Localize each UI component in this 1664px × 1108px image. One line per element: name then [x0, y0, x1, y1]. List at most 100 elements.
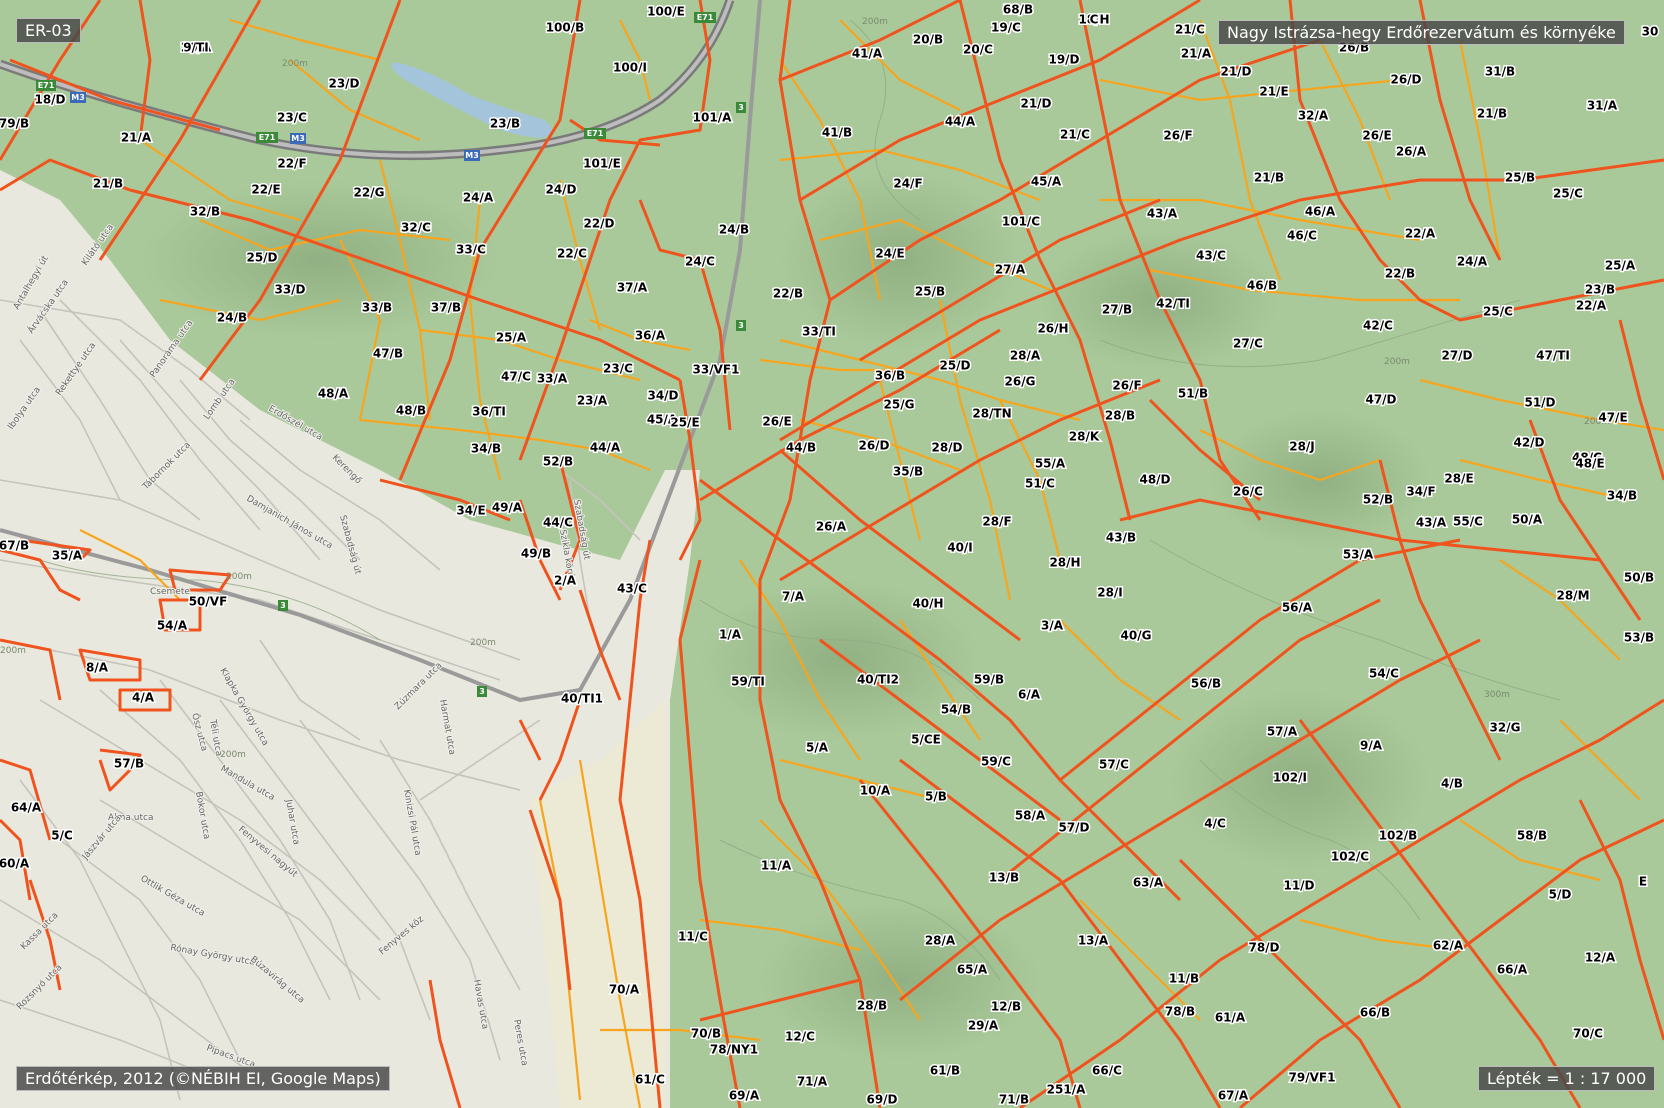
parcel-label[interactable]: 47/B: [371, 345, 404, 362]
parcel-label[interactable]: E: [1637, 873, 1648, 890]
parcel-label[interactable]: 40/H: [911, 595, 945, 612]
parcel-label[interactable]: 28/A: [923, 932, 957, 949]
parcel-label[interactable]: 4/B: [1440, 775, 1465, 792]
parcel-label[interactable]: 54/B: [939, 701, 972, 718]
parcel-label[interactable]: 40/TI1: [559, 690, 604, 707]
parcel-label[interactable]: 69/A: [727, 1087, 761, 1104]
parcel-label[interactable]: 28/A: [1008, 347, 1042, 364]
parcel-label[interactable]: 34/F: [1405, 483, 1437, 500]
parcel-label[interactable]: 21/B: [1252, 169, 1285, 186]
parcel-label[interactable]: 52/B: [1361, 491, 1394, 508]
parcel-label[interactable]: 27/B: [1100, 301, 1133, 318]
parcel-label[interactable]: 57/A: [1265, 723, 1299, 740]
parcel-label[interactable]: 28/M: [1555, 587, 1591, 604]
parcel-label[interactable]: 251/A: [1045, 1081, 1087, 1098]
parcel-label[interactable]: 102/B: [1377, 827, 1419, 844]
parcel-label[interactable]: 28/K: [1067, 428, 1101, 445]
parcel-label[interactable]: 100/I: [612, 59, 649, 76]
parcel-label[interactable]: 44/A: [588, 439, 622, 456]
parcel-label[interactable]: 78/B: [1163, 1003, 1196, 1020]
parcel-label[interactable]: 28/J: [1288, 438, 1317, 455]
parcel-label[interactable]: 29/A: [966, 1017, 1000, 1034]
parcel-label[interactable]: 59/C: [980, 753, 1013, 770]
parcel-label[interactable]: 21/C: [1059, 126, 1092, 143]
parcel-label[interactable]: 57/C: [1098, 756, 1131, 773]
parcel-label[interactable]: 28/B: [1103, 407, 1136, 424]
parcel-label[interactable]: 51/B: [1176, 385, 1209, 402]
parcel-label[interactable]: 22/A: [1403, 225, 1437, 242]
parcel-label[interactable]: 63/A: [1131, 874, 1165, 891]
parcel-label[interactable]: 1/A: [717, 626, 743, 643]
parcel-label[interactable]: 61/A: [1213, 1009, 1247, 1026]
parcel-label[interactable]: 23/B: [488, 115, 521, 132]
parcel-label[interactable]: 12/C: [784, 1028, 817, 1045]
parcel-label[interactable]: 64/A: [9, 799, 43, 816]
parcel-label[interactable]: 79/B: [0, 115, 31, 132]
parcel-label[interactable]: 23/D: [327, 75, 361, 92]
parcel-label[interactable]: 21/E: [1258, 83, 1290, 100]
parcel-label[interactable]: 28/H: [1048, 554, 1082, 571]
parcel-label[interactable]: 34/E: [455, 502, 487, 519]
parcel-label[interactable]: 55/C: [1452, 513, 1485, 530]
parcel-label[interactable]: 48/B: [394, 402, 427, 419]
parcel-label[interactable]: 43/A: [1414, 514, 1448, 531]
parcel-label[interactable]: 19/D: [1047, 51, 1081, 68]
parcel-label[interactable]: 48/D: [1138, 471, 1172, 488]
parcel-label[interactable]: 21/D: [1019, 95, 1053, 112]
parcel-label[interactable]: 66/C: [1091, 1062, 1124, 1079]
parcel-label[interactable]: 26/D: [857, 437, 891, 454]
parcel-label[interactable]: 27/C: [1232, 335, 1265, 352]
parcel-label[interactable]: 26/E: [761, 413, 793, 430]
parcel-label[interactable]: 22/B: [771, 285, 804, 302]
parcel-label[interactable]: 11/D: [1282, 877, 1316, 894]
parcel-label[interactable]: 70/A: [607, 981, 641, 998]
parcel-label[interactable]: 33/A: [535, 370, 569, 387]
parcel-label[interactable]: 24/A: [461, 189, 495, 206]
parcel-label[interactable]: 22/C: [556, 245, 589, 262]
parcel-label[interactable]: 34/B: [469, 440, 502, 457]
parcel-label[interactable]: 26/F: [1111, 377, 1143, 394]
parcel-label[interactable]: 54/C: [1368, 665, 1401, 682]
parcel-label[interactable]: 68/B: [1001, 1, 1034, 18]
parcel-label[interactable]: 61/C: [634, 1071, 667, 1088]
parcel-label[interactable]: 25/C: [1552, 185, 1585, 202]
parcel-label[interactable]: 71/A: [795, 1073, 829, 1090]
parcel-label[interactable]: 2/A: [552, 572, 578, 589]
parcel-label[interactable]: 49/A: [490, 499, 524, 516]
parcel-label[interactable]: 25/G: [882, 396, 916, 413]
parcel-label[interactable]: 26/E: [1361, 127, 1393, 144]
parcel-label[interactable]: 65/A: [955, 961, 989, 978]
parcel-label[interactable]: 23/A: [575, 392, 609, 409]
parcel-label[interactable]: 78/D: [1247, 939, 1281, 956]
parcel-label[interactable]: 24/B: [215, 309, 248, 326]
parcel-label[interactable]: 43/C: [1195, 247, 1228, 264]
parcel-label[interactable]: 62/A: [1431, 937, 1465, 954]
parcel-label[interactable]: 43/B: [1104, 529, 1137, 546]
parcel-label[interactable]: 42/C: [1362, 317, 1395, 334]
parcel-label[interactable]: 32/B: [188, 203, 221, 220]
parcel-label[interactable]: 34/B: [1605, 487, 1638, 504]
parcel-label[interactable]: 25/A: [1603, 257, 1637, 274]
parcel-label[interactable]: 31/B: [1483, 63, 1516, 80]
parcel-label[interactable]: 32/C: [400, 219, 433, 236]
parcel-label[interactable]: 102/C: [1329, 848, 1370, 865]
parcel-label[interactable]: 79/VF1: [1287, 1069, 1337, 1086]
parcel-label[interactable]: 70/C: [1572, 1025, 1605, 1042]
parcel-label[interactable]: 35/A: [50, 547, 84, 564]
parcel-label[interactable]: 22/A: [1574, 297, 1608, 314]
parcel-label[interactable]: 33/VF1: [691, 361, 741, 378]
parcel-label[interactable]: 28/B: [855, 997, 888, 1014]
parcel-label[interactable]: 11/A: [759, 857, 793, 874]
parcel-label[interactable]: 43/A: [1145, 205, 1179, 222]
parcel-label[interactable]: 58/B: [1515, 827, 1548, 844]
parcel-label[interactable]: 25/C: [1482, 303, 1515, 320]
parcel-label[interactable]: 18/D: [33, 91, 67, 108]
parcel-label[interactable]: 101/A: [691, 109, 733, 126]
parcel-label[interactable]: 24/C: [684, 253, 717, 270]
parcel-label[interactable]: 44/C: [542, 514, 575, 531]
parcel-label[interactable]: 43/C: [616, 580, 649, 597]
parcel-label[interactable]: 25/B: [913, 283, 946, 300]
parcel-label[interactable]: 20/B: [911, 31, 944, 48]
parcel-label[interactable]: 22/G: [352, 184, 386, 201]
parcel-label[interactable]: 24/D: [544, 181, 578, 198]
